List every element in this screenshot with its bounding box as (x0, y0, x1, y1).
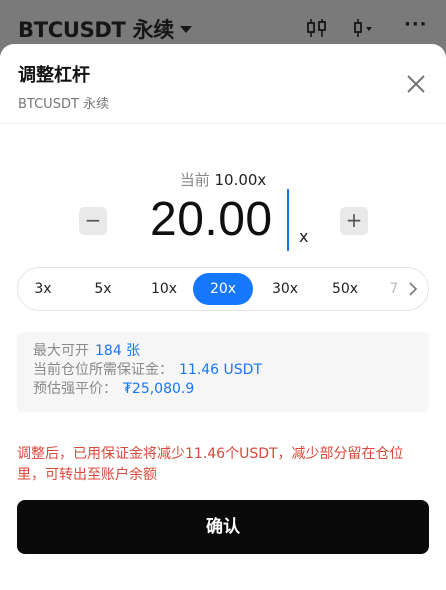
close-icon[interactable] (404, 72, 428, 96)
preset-50x[interactable]: 50x (323, 273, 367, 305)
max-open-label: 最大可开 (33, 343, 89, 359)
preset-30x[interactable]: 30x (263, 273, 307, 305)
symbol-selector[interactable]: BTCUSDT 永续 (18, 14, 192, 44)
sheet-title: 调整杠杆 (18, 65, 90, 86)
margin-change-notice: 调整后，已用保证金将减少11.46个USDT，减少部分留在仓位里，可转出至账户余… (17, 446, 404, 483)
required-margin-label: 当前仓位所需保证金： (33, 362, 173, 378)
sheet-subtitle: BTCUSDT 永续 (18, 97, 110, 112)
current-leverage-label: 当前 (179, 171, 210, 189)
leverage-input[interactable]: 20.00 (150, 192, 273, 247)
current-leverage: 当前 10.00x (0, 169, 446, 190)
chevron-right-icon[interactable] (408, 281, 418, 297)
symbol-label: BTCUSDT 永续 (18, 18, 174, 42)
required-margin-value: 11.46 USDT (179, 362, 262, 378)
confirm-button[interactable]: 确认 (17, 500, 429, 554)
caret-down-icon (180, 25, 192, 33)
required-margin-row: 当前仓位所需保证金： 11.46 USDT (33, 361, 413, 380)
top-bar: BTCUSDT 永续 ··· (0, 0, 446, 50)
more-icon[interactable]: ··· (404, 14, 428, 35)
current-leverage-value: 10.00x (214, 171, 267, 189)
preset-3x[interactable]: 3x (24, 273, 62, 305)
preset-10x[interactable]: 10x (142, 273, 186, 305)
liquidation-price-value: ₮25,080.9 (123, 381, 195, 397)
liquidation-price-row: 预估强平价： ₮25,080.9 (33, 380, 413, 399)
increase-leverage-button[interactable]: + (340, 207, 368, 235)
candlestick-chart-icon[interactable] (306, 18, 328, 38)
text-cursor (287, 189, 289, 251)
decrease-leverage-button[interactable]: − (79, 207, 107, 235)
position-info-panel: 最大可开 184 张 当前仓位所需保证金： 11.46 USDT 预估强平价： ₮25… (17, 332, 429, 412)
max-open-value: 184 张 (95, 343, 141, 359)
leverage-preset-bar: 3x 5x 10x 20x 30x 50x 7 (17, 267, 429, 311)
kline-settings-icon[interactable] (352, 18, 374, 38)
preset-20x[interactable]: 20x (193, 273, 253, 305)
max-open-row: 最大可开 184 张 (33, 342, 413, 361)
leverage-unit: x (299, 227, 309, 246)
header-divider (0, 123, 446, 124)
preset-partial[interactable]: 7 (386, 273, 402, 305)
leverage-sheet: 调整杠杆 BTCUSDT 永续 当前 10.00x − 20.00 x + 3x… (0, 44, 446, 590)
preset-5x[interactable]: 5x (84, 273, 122, 305)
liquidation-price-label: 预估强平价： (33, 381, 117, 397)
